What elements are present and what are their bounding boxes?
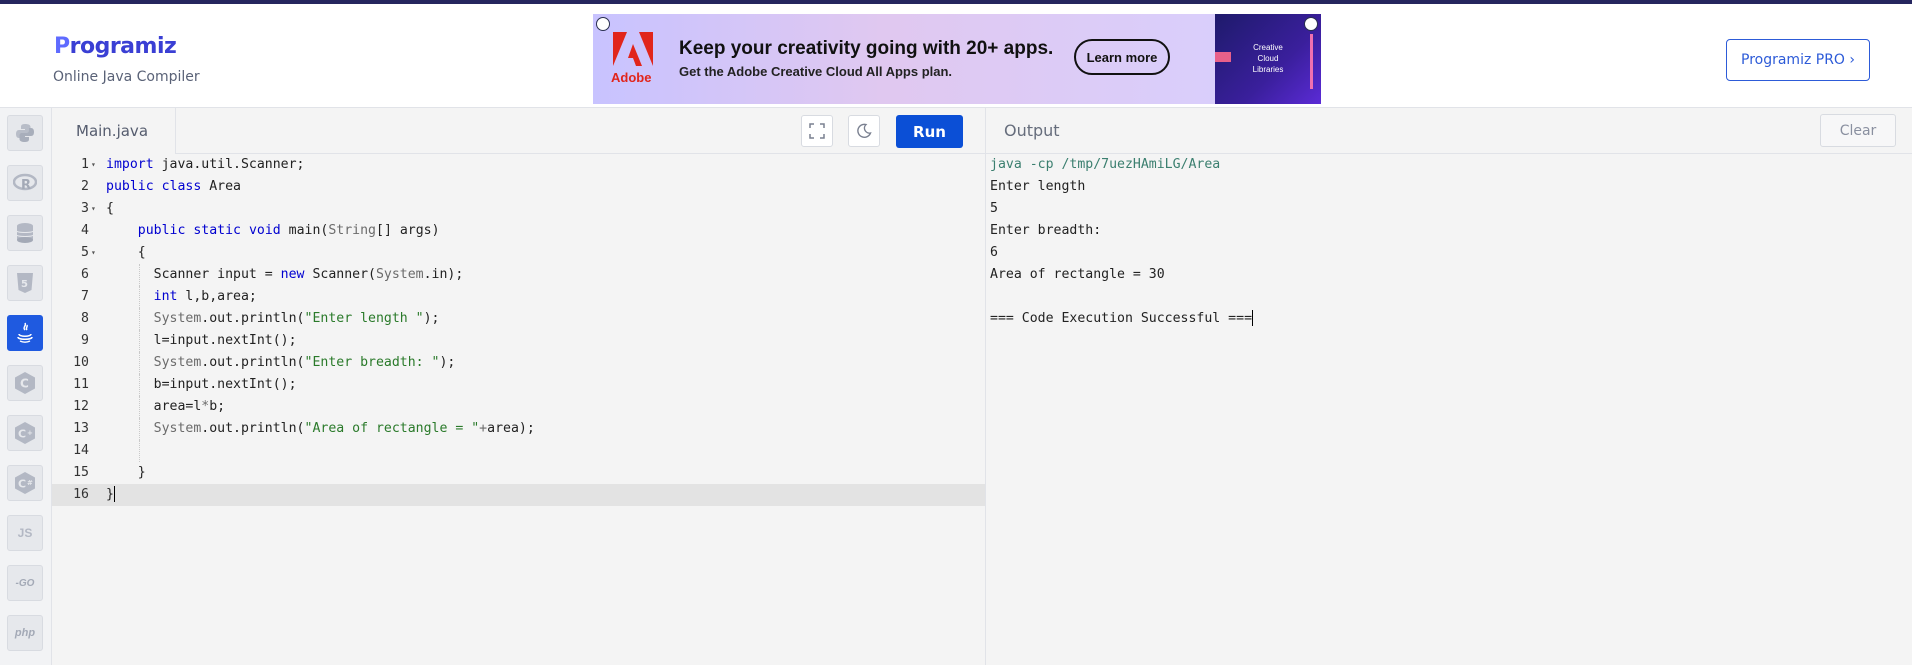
code-line: 7 int l,b,area; (52, 286, 985, 308)
ad-choices-icon[interactable] (596, 17, 610, 31)
output-line: Area of rectangle = 30 (990, 267, 1165, 282)
python-icon[interactable] (7, 115, 43, 151)
run-button[interactable]: Run (896, 115, 963, 148)
svg-text:R: R (21, 178, 31, 193)
svg-text:C: C (18, 478, 26, 491)
output-status: === Code Execution Successful === (990, 311, 1253, 326)
sql-icon[interactable] (7, 215, 43, 251)
ad-subline: Get the Adobe Creative Cloud All Apps pl… (679, 64, 953, 79)
csharp-icon[interactable]: C # (7, 465, 43, 501)
programiz-pro-button[interactable]: Programiz PRO › (1726, 39, 1870, 81)
code-line: 12 area=l*b; (52, 396, 985, 418)
output-line: 5 (990, 201, 998, 216)
page-subtitle: Online Java Compiler (53, 69, 200, 85)
svg-text:5: 5 (21, 279, 28, 290)
editor-toolbar: Main.java Run (52, 108, 985, 154)
cpp-icon[interactable]: C + (7, 415, 43, 451)
ad-image: Creative Cloud Libraries (1215, 14, 1321, 104)
clear-button[interactable]: Clear (1820, 114, 1896, 147)
ad-learn-more-button[interactable]: Learn more (1074, 39, 1170, 75)
output-console[interactable]: java -cp /tmp/7uezHAmiLG/Area Enter leng… (990, 154, 1254, 330)
code-line: 5 ▾ { (81, 245, 146, 260)
output-line-last: === Code Execution Successful === (990, 308, 1254, 330)
code-line: 1 ▾ import java.util.Scanner; (81, 157, 305, 172)
code-line: 11 b=input.nextInt(); (52, 374, 985, 396)
code-line: 13 System.out.println("Area of rectangle… (52, 418, 985, 440)
code-line: 8 System.out.println("Enter length "); (52, 308, 985, 330)
code-line: 9 l=input.nextInt(); (52, 330, 985, 352)
output-line: java -cp /tmp/7uezHAmiLG/Area (990, 157, 1221, 172)
code-line: 6 Scanner input = new Scanner(System.in)… (52, 264, 985, 286)
ad-banner[interactable]: Adobe Keep your creativity going with 20… (593, 14, 1321, 104)
svg-text:+: + (27, 429, 33, 437)
dark-mode-icon[interactable] (848, 115, 880, 147)
svg-text:C: C (20, 377, 29, 391)
ad-close-icon[interactable] (1304, 17, 1318, 31)
code-line: 15 } (73, 465, 146, 480)
fullscreen-icon[interactable] (801, 115, 833, 147)
adobe-logo-icon (613, 32, 653, 66)
output-line: Enter breadth: (990, 223, 1102, 238)
javascript-icon[interactable]: JS (7, 515, 43, 551)
console-caret (1252, 310, 1254, 326)
code-editor-panel: Main.java Run 1 ▾ import java.util.Scanner… (52, 107, 985, 665)
language-sidebar: R 5 C C + C # JS -GO php (0, 107, 52, 665)
php-icon[interactable]: php (7, 615, 43, 651)
code-line: 4 public static void main(String[] args) (81, 223, 440, 238)
ad-image-caption: Creative Cloud Libraries (1252, 43, 1284, 74)
output-title: Output (1004, 121, 1060, 140)
output-line: 6 (990, 245, 998, 260)
tab-main-java[interactable]: Main.java (52, 108, 176, 154)
output-panel: Output Clear java -cp /tmp/7uezHAmiLG/Ar… (985, 107, 1912, 665)
c-icon[interactable]: C (7, 365, 43, 401)
go-icon[interactable]: -GO (7, 565, 43, 601)
output-line: Enter length (990, 179, 1086, 194)
html5-icon[interactable]: 5 (7, 265, 43, 301)
programiz-logo[interactable]: Programiz (54, 34, 177, 59)
ad-headline: Keep your creativity going with 20+ apps… (679, 38, 1054, 59)
output-header: Output Clear (986, 108, 1912, 154)
code-line: 3 ▾{ (81, 201, 114, 216)
code-area[interactable]: 1 ▾ import java.util.Scanner; 2 public clas… (52, 154, 985, 666)
java-icon[interactable] (7, 315, 43, 351)
code-line: 2 public class Area (81, 179, 241, 194)
code-line: 14 (52, 440, 985, 462)
header: Programiz Online Java Compiler Adobe Kee… (0, 4, 1912, 107)
svg-text:C: C (18, 428, 26, 441)
r-icon[interactable]: R (7, 165, 43, 201)
ad-brand: Adobe (611, 70, 652, 85)
code-line-current: 16} (52, 484, 985, 506)
svg-text:#: # (27, 479, 33, 487)
code-line: 10 System.out.println("Enter breadth: ")… (52, 352, 985, 374)
